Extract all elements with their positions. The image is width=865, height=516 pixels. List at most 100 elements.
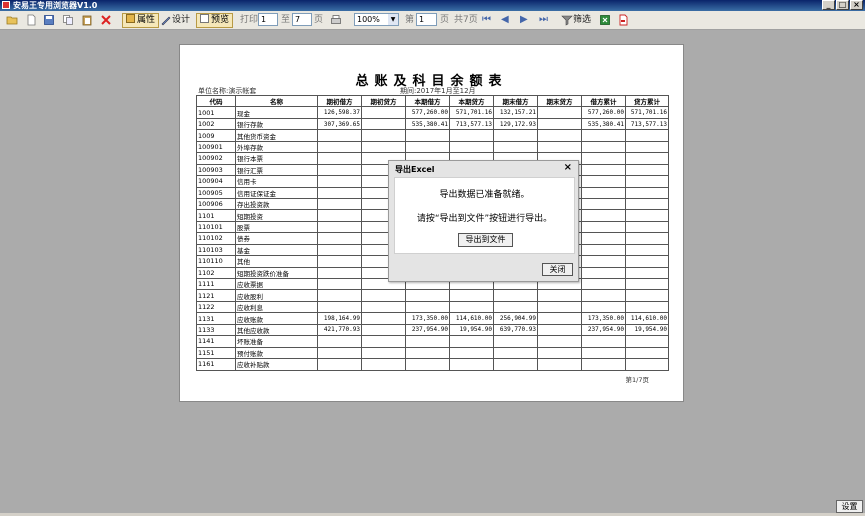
table-cell <box>317 175 362 188</box>
table-cell <box>625 335 669 348</box>
table-cell <box>581 232 626 245</box>
table-cell <box>317 152 362 165</box>
table-cell <box>537 335 582 348</box>
table-cell: 其他应收款 <box>235 323 318 337</box>
table-cell <box>317 255 362 268</box>
properties-label: 属性 <box>137 15 156 25</box>
table-cell <box>537 346 582 360</box>
table-cell <box>449 140 494 154</box>
table-cell <box>405 300 450 314</box>
table-cell: 132,157.21 <box>493 106 538 119</box>
table-cell <box>361 358 406 371</box>
table-cell: 股票 <box>235 220 318 234</box>
table-cell: 173,350.00 <box>405 312 450 325</box>
table-cell <box>361 106 406 119</box>
table-cell: 短期投资跌价准备 <box>235 266 318 280</box>
dialog-close-icon[interactable]: × <box>564 162 572 173</box>
save-icon[interactable] <box>43 13 55 27</box>
pdf-icon[interactable] <box>617 13 629 27</box>
table-cell: 银行存款 <box>235 117 318 131</box>
table-cell <box>317 163 362 177</box>
next-page-icon[interactable]: ▶ <box>520 14 528 26</box>
settings-button[interactable]: 设置 <box>836 500 863 513</box>
table-cell <box>449 358 494 371</box>
table-cell <box>537 289 582 302</box>
table-cell: 债券 <box>235 232 318 245</box>
page-indicator: 第1/7页 <box>625 376 649 384</box>
table-cell <box>537 312 582 325</box>
table-cell: 129,172.93 <box>493 117 538 131</box>
table-cell: 1101 <box>196 209 236 222</box>
close-window-button[interactable]: × <box>850 0 863 10</box>
table-cell: 110102 <box>196 232 236 245</box>
table-cell: 基金 <box>235 243 318 257</box>
prev-page-icon[interactable]: ◀ <box>501 14 509 26</box>
table-cell <box>317 129 362 142</box>
column-header: 本期贷方 <box>449 94 494 108</box>
table-cell <box>449 300 494 314</box>
table-cell: 其他 <box>235 255 318 268</box>
excel-icon[interactable] <box>599 13 611 27</box>
dialog-close-button[interactable]: 关闭 <box>542 263 573 276</box>
open-folder-icon[interactable] <box>6 13 18 27</box>
delete-icon[interactable] <box>100 13 112 27</box>
table-cell <box>361 335 406 348</box>
filter-icon <box>561 15 573 25</box>
zoom-value: 100% <box>357 15 380 24</box>
table-cell: 173,350.00 <box>581 312 626 325</box>
table-cell: 256,904.99 <box>493 312 538 325</box>
new-document-icon[interactable] <box>25 13 37 27</box>
table-cell: 应收利息 <box>235 300 318 314</box>
table-cell <box>405 335 450 348</box>
paste-icon[interactable] <box>81 13 93 27</box>
table-cell: 100905 <box>196 186 236 199</box>
table-row: 1133 其他应收款 421,770.93 237,954.90 19,954.90 63… <box>196 323 669 337</box>
table-cell: 114,610.00 <box>625 312 669 325</box>
table-cell <box>581 277 626 291</box>
print-to-input[interactable]: 7 <box>292 13 312 26</box>
table-cell <box>361 129 406 142</box>
filter-button[interactable]: 筛选 <box>561 13 591 27</box>
table-cell <box>581 300 626 314</box>
table-cell <box>581 129 626 142</box>
first-page-icon[interactable]: ⏮ <box>482 14 491 26</box>
table-cell: 应收账款 <box>235 312 318 325</box>
table-cell <box>625 209 669 222</box>
column-header: 期初借方 <box>317 94 362 108</box>
table-cell <box>581 255 626 268</box>
table-cell <box>625 220 669 234</box>
toolbar: 属性 设计 预览 打印 1 至 7 页 100% ▼ 第 1 页 共7页 ⏮ ◀ … <box>0 11 865 30</box>
table-cell <box>625 300 669 314</box>
table-cell: 126,598.37 <box>317 106 362 119</box>
table-cell: 1009 <box>196 129 236 142</box>
zoom-select[interactable]: 100% ▼ <box>354 13 399 26</box>
table-cell: 100906 <box>196 197 236 211</box>
maximize-button[interactable]: □ <box>836 0 849 10</box>
table-cell <box>625 255 669 268</box>
last-page-icon[interactable]: ⏭ <box>539 14 548 26</box>
copy-icon[interactable] <box>62 13 74 27</box>
table-cell: 银行汇票 <box>235 163 318 177</box>
table-cell <box>581 197 626 211</box>
dialog-message-ready: 导出数据已准备就绪。 <box>439 190 530 200</box>
current-page-input[interactable]: 1 <box>416 13 437 26</box>
minimize-button[interactable]: _ <box>822 0 835 10</box>
table-cell <box>581 209 626 222</box>
design-button[interactable]: 设计 <box>160 13 190 27</box>
table-cell: 198,164.99 <box>317 312 362 325</box>
table-cell <box>537 358 582 371</box>
table-cell <box>537 106 582 119</box>
print-from-input[interactable]: 1 <box>258 13 278 26</box>
export-to-file-button[interactable]: 导出到文件 <box>458 233 513 247</box>
table-cell <box>317 186 362 199</box>
table-cell: 535,380.41 <box>405 117 450 131</box>
table-cell: 银行本票 <box>235 152 318 165</box>
table-cell: 现金 <box>235 106 318 119</box>
table-cell <box>625 175 669 188</box>
table-cell <box>625 152 669 165</box>
properties-button[interactable]: 属性 <box>122 13 160 28</box>
dialog-message-panel: 导出数据已准备就绪。 请按“导出到文件”按钮进行导出。 导出到文件 <box>394 177 575 254</box>
printer-icon[interactable] <box>330 13 342 27</box>
preview-button[interactable]: 预览 <box>196 13 234 28</box>
table-cell <box>581 186 626 199</box>
